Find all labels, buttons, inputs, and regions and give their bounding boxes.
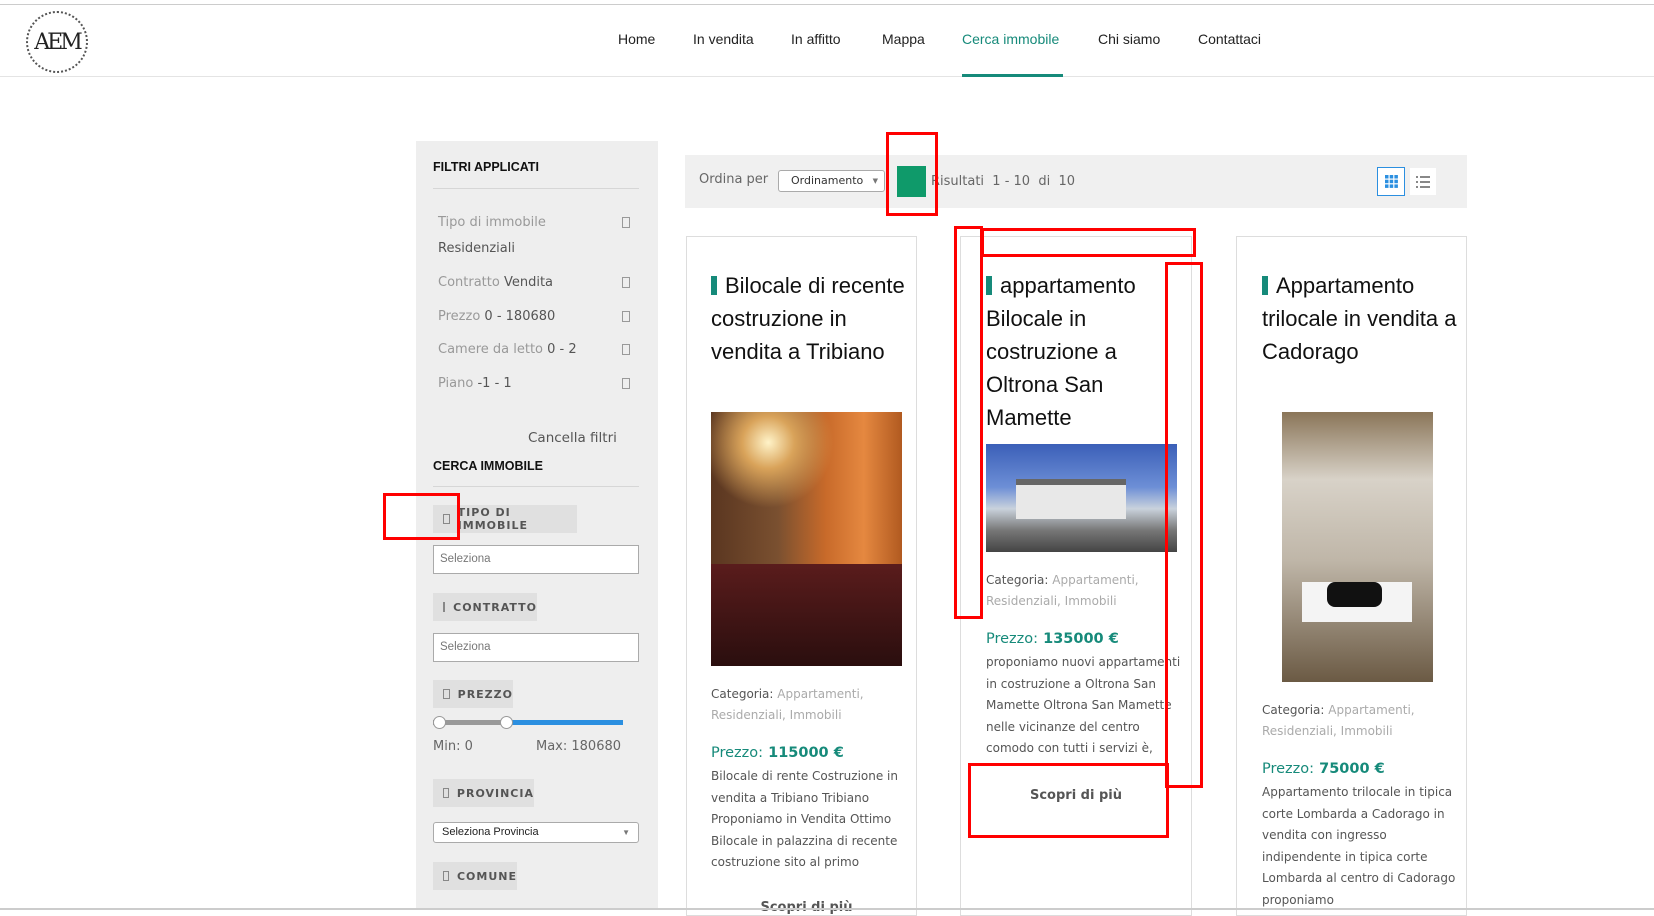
remove-filter-icon[interactable] xyxy=(622,217,630,228)
card-category: Categoria: Appartamenti, Residenziali, I… xyxy=(1262,703,1415,738)
list-view-button[interactable] xyxy=(1410,168,1436,195)
nav-chi-siamo[interactable]: Chi siamo xyxy=(1098,31,1160,47)
remove-filter-icon[interactable] xyxy=(622,378,630,389)
toggle-icon xyxy=(443,788,449,798)
contratto-toggle[interactable]: CONTRATTO xyxy=(433,593,537,621)
provincia-toggle[interactable]: PROVINCIA xyxy=(433,779,534,807)
property-image[interactable] xyxy=(1282,412,1433,682)
card-description: Bilocale di rente Costruzione in vendita… xyxy=(711,769,898,869)
card-title[interactable]: Appartamento trilocale in vendita a Cado… xyxy=(1262,269,1462,368)
filter-prezzo: Prezzo 0 - 180680 xyxy=(438,309,556,324)
remove-filter-icon[interactable] xyxy=(622,344,630,355)
grid-icon xyxy=(1384,175,1398,188)
card-category: Categoria: Appartamenti, Residenziali, I… xyxy=(986,573,1139,608)
comune-toggle[interactable]: COMUNE xyxy=(433,862,517,890)
card-title[interactable]: appartamento Bilocale in costruzione a O… xyxy=(986,269,1186,434)
card-price: Prezzo: 115000 € xyxy=(711,745,844,761)
logo[interactable]: AEM xyxy=(26,11,88,73)
card-description: Appartamento trilocale in tipica corte L… xyxy=(1262,785,1456,907)
accent-bar xyxy=(711,276,717,295)
nav-cerca-immobile[interactable]: Cerca immobile xyxy=(962,31,1059,47)
filter-tipo: Tipo di immobile Residenziali xyxy=(438,215,546,256)
card-price: Prezzo: 75000 € xyxy=(1262,761,1385,777)
clear-filters-link[interactable]: Cancella filtri xyxy=(528,430,617,446)
toggle-icon xyxy=(443,514,450,524)
property-image[interactable] xyxy=(986,444,1177,552)
prezzo-toggle[interactable]: PREZZO xyxy=(433,680,513,708)
filter-camere: Camere da letto 0 - 2 xyxy=(438,342,577,357)
tipo-immobile-input[interactable]: Seleziona xyxy=(433,545,639,574)
accent-bar xyxy=(986,276,992,295)
card-description: proponiamo nuovi appartamenti in costruz… xyxy=(986,655,1181,755)
results-count: Risultati 1 - 10 di 10 xyxy=(931,174,1076,189)
list-icon xyxy=(1416,175,1430,188)
sort-select[interactable]: Ordinamento ▼ xyxy=(778,170,885,192)
chevron-down-icon: ▼ xyxy=(622,828,630,837)
nav-in-vendita[interactable]: In vendita xyxy=(693,31,754,47)
nav-in-affitto[interactable]: In affitto xyxy=(791,31,841,47)
provincia-select[interactable]: Seleziona Provincia ▼ xyxy=(433,822,639,843)
nav-home[interactable]: Home xyxy=(618,31,655,47)
search-title: CERCA IMMOBILE xyxy=(433,459,543,473)
price-min: Min: 0 xyxy=(433,739,473,754)
filter-piano: Piano -1 - 1 xyxy=(438,376,512,391)
toggle-icon xyxy=(443,689,450,699)
toggle-icon xyxy=(443,602,446,612)
remove-filter-icon[interactable] xyxy=(622,311,630,322)
tipo-immobile-toggle[interactable]: TIPO DI IMMOBILE xyxy=(433,505,577,533)
read-more-button[interactable]: Scopri di più xyxy=(986,788,1166,803)
divider xyxy=(433,188,639,189)
contratto-input[interactable]: Seleziona xyxy=(433,633,639,662)
slider-min-handle[interactable] xyxy=(433,716,446,729)
nav-contattaci[interactable]: Contattaci xyxy=(1198,31,1261,47)
slider-max-handle[interactable] xyxy=(500,716,513,729)
accent-bar xyxy=(1262,276,1268,295)
toggle-icon xyxy=(443,871,449,881)
property-image[interactable] xyxy=(711,412,902,666)
nav-mappa[interactable]: Mappa xyxy=(882,31,925,47)
card-title[interactable]: Bilocale di recente costruzione in vendi… xyxy=(711,269,911,368)
sort-label: Ordina per xyxy=(699,172,769,187)
active-nav-indicator xyxy=(962,74,1063,77)
chevron-down-icon: ▼ xyxy=(872,177,878,185)
card-price: Prezzo: 135000 € xyxy=(986,631,1119,647)
filter-contratto: Contratto Vendita xyxy=(438,275,554,290)
grid-view-button[interactable] xyxy=(1377,167,1405,196)
remove-filter-icon[interactable] xyxy=(622,277,630,288)
divider xyxy=(433,486,639,487)
card-category: Categoria: Appartamenti, Residenziali, I… xyxy=(711,687,864,722)
price-max: Max: 180680 xyxy=(536,739,622,754)
applied-filters-title: FILTRI APPLICATI xyxy=(433,160,540,174)
green-square xyxy=(897,166,926,197)
